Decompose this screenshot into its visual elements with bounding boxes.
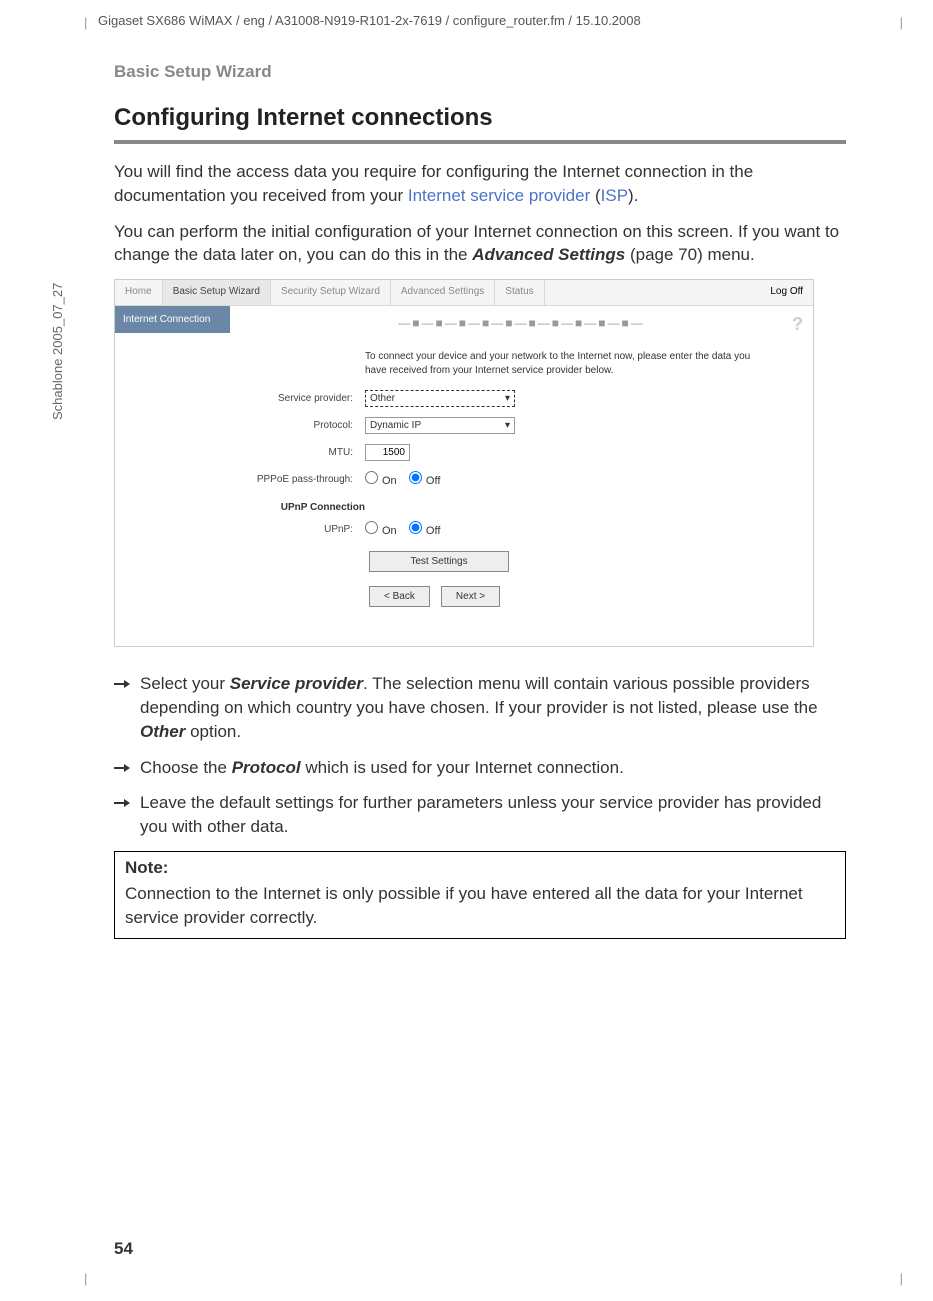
pppoe-radio-group: On Off (365, 471, 440, 487)
test-settings-button[interactable]: Test Settings (369, 551, 509, 572)
instruction-list: Select your Service provider. The select… (114, 672, 846, 839)
bold-text: Protocol (232, 758, 301, 777)
sidebar-item-internet[interactable]: Internet Connection (115, 306, 230, 333)
tab-advanced[interactable]: Advanced Settings (391, 280, 495, 305)
upnp-radio-group: On Off (365, 521, 440, 537)
section-label: Basic Setup Wizard (114, 62, 846, 82)
tab-home[interactable]: Home (115, 280, 163, 305)
bullet-3: Leave the default settings for further p… (140, 791, 846, 839)
back-button[interactable]: < Back (369, 586, 430, 607)
text: ( (590, 186, 600, 205)
input-mtu[interactable] (365, 444, 410, 461)
tab-status[interactable]: Status (495, 280, 544, 305)
logoff-link[interactable]: Log Off (770, 286, 803, 297)
page-number: 54 (114, 1239, 133, 1259)
link-isp[interactable]: Internet service provider (408, 186, 590, 205)
label-upnp: UPnP: (250, 524, 365, 535)
tab-bar: Home Basic Setup Wizard Security Setup W… (115, 280, 813, 306)
bullet-2: Choose the Protocol which is used for yo… (140, 756, 846, 780)
title-rule (114, 140, 846, 144)
bold-text: Service provider (230, 674, 363, 693)
crop-mark: | (900, 15, 903, 30)
screenshot-intro: To connect your device and your network … (365, 350, 773, 378)
arrow-icon (114, 672, 140, 743)
radio-label: On (382, 475, 397, 487)
select-service-provider[interactable]: Other ▾ (365, 390, 515, 407)
note-box: Note: Connection to the Internet is only… (114, 851, 846, 939)
label-protocol: Protocol: (250, 420, 365, 431)
select-value: Dynamic IP (370, 420, 421, 431)
text: Select your (140, 674, 230, 693)
radio-label: Off (426, 475, 440, 487)
crop-mark: | (900, 1271, 903, 1286)
advanced-settings-ref: Advanced Settings (472, 245, 625, 264)
label-service-provider: Service provider: (250, 393, 365, 404)
next-button[interactable]: Next > (441, 586, 500, 607)
header-path: Gigaset SX686 WiMAX / eng / A31008-N919-… (98, 13, 641, 28)
step-indicator: —■—■—■—■—■—■—■—■—■—■— (250, 316, 793, 330)
radio-upnp-on[interactable] (365, 521, 378, 534)
crop-mark: | (84, 15, 87, 30)
text: Choose the (140, 758, 232, 777)
label-pppoe: PPPoE pass-through: (250, 474, 365, 485)
note-heading: Note: (115, 852, 845, 878)
link-isp-abbr[interactable]: ISP (601, 186, 628, 205)
radio-upnp-off[interactable] (409, 521, 422, 534)
tab-security-setup[interactable]: Security Setup Wizard (271, 280, 391, 305)
bullet-1: Select your Service provider. The select… (140, 672, 846, 743)
text: which is used for your Internet connecti… (301, 758, 624, 777)
radio-label: Off (426, 525, 440, 537)
router-ui-screenshot: Home Basic Setup Wizard Security Setup W… (114, 279, 814, 647)
intro-paragraph-2: You can perform the initial configuratio… (114, 220, 846, 268)
page-title: Configuring Internet connections (114, 104, 846, 132)
tab-basic-setup[interactable]: Basic Setup Wizard (163, 280, 271, 305)
label-mtu: MTU: (250, 447, 365, 458)
bold-text: Other (140, 722, 185, 741)
text: option. (185, 722, 241, 741)
radio-pppoe-off[interactable] (409, 471, 422, 484)
select-protocol[interactable]: Dynamic IP ▾ (365, 417, 515, 434)
text: ). (628, 186, 638, 205)
intro-paragraph-1: You will find the access data you requir… (114, 160, 846, 208)
note-body: Connection to the Internet is only possi… (115, 878, 845, 938)
chevron-down-icon: ▾ (505, 420, 510, 431)
text: (page 70) menu. (625, 245, 754, 264)
sidebar: Internet Connection (115, 306, 230, 646)
help-icon[interactable]: ? (792, 314, 803, 335)
radio-label: On (382, 525, 397, 537)
template-version: Schablone 2005_07_27 (50, 283, 65, 420)
select-value: Other (370, 393, 395, 404)
upnp-heading: UPnP Connection (250, 502, 365, 513)
arrow-icon (114, 756, 140, 780)
arrow-icon (114, 791, 140, 839)
chevron-down-icon: ▾ (505, 393, 510, 404)
radio-pppoe-on[interactable] (365, 471, 378, 484)
crop-mark: | (84, 1271, 87, 1286)
